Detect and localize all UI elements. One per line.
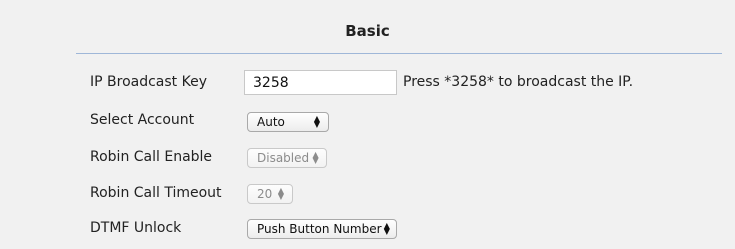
up-down-chevron-icon: ▲ ▼: [313, 114, 321, 129]
robin-call-enable-dropdown[interactable]: Disabled ▲ ▼: [247, 148, 327, 168]
select-account-value: Auto: [257, 115, 285, 129]
dtmf-unlock-value: Push Button Number: [257, 222, 382, 236]
ip-broadcast-key-input[interactable]: [244, 70, 397, 95]
section-title: Basic: [345, 22, 390, 40]
robin-call-timeout-value: 20: [257, 187, 273, 201]
up-down-chevron-icon: ▲ ▼: [383, 221, 390, 236]
up-down-chevron-icon: ▲ ▼: [277, 186, 285, 201]
robin-call-timeout-dropdown[interactable]: 20 ▲ ▼: [247, 184, 293, 204]
title-divider: [76, 53, 722, 54]
ip-broadcast-key-hint: Press *3258* to broadcast the IP.: [403, 74, 634, 90]
up-down-chevron-icon: ▲ ▼: [312, 150, 319, 165]
dtmf-unlock-dropdown[interactable]: Push Button Number ▲ ▼: [247, 219, 397, 239]
dtmf-unlock-label: DTMF Unlock: [90, 220, 182, 236]
robin-call-enable-label: Robin Call Enable: [90, 149, 213, 165]
select-account-label: Select Account: [90, 112, 195, 128]
ip-broadcast-key-label: IP Broadcast Key: [90, 74, 207, 90]
robin-call-enable-value: Disabled: [257, 151, 310, 165]
select-account-dropdown[interactable]: Auto ▲ ▼: [247, 112, 329, 132]
robin-call-timeout-label: Robin Call Timeout: [90, 185, 222, 201]
